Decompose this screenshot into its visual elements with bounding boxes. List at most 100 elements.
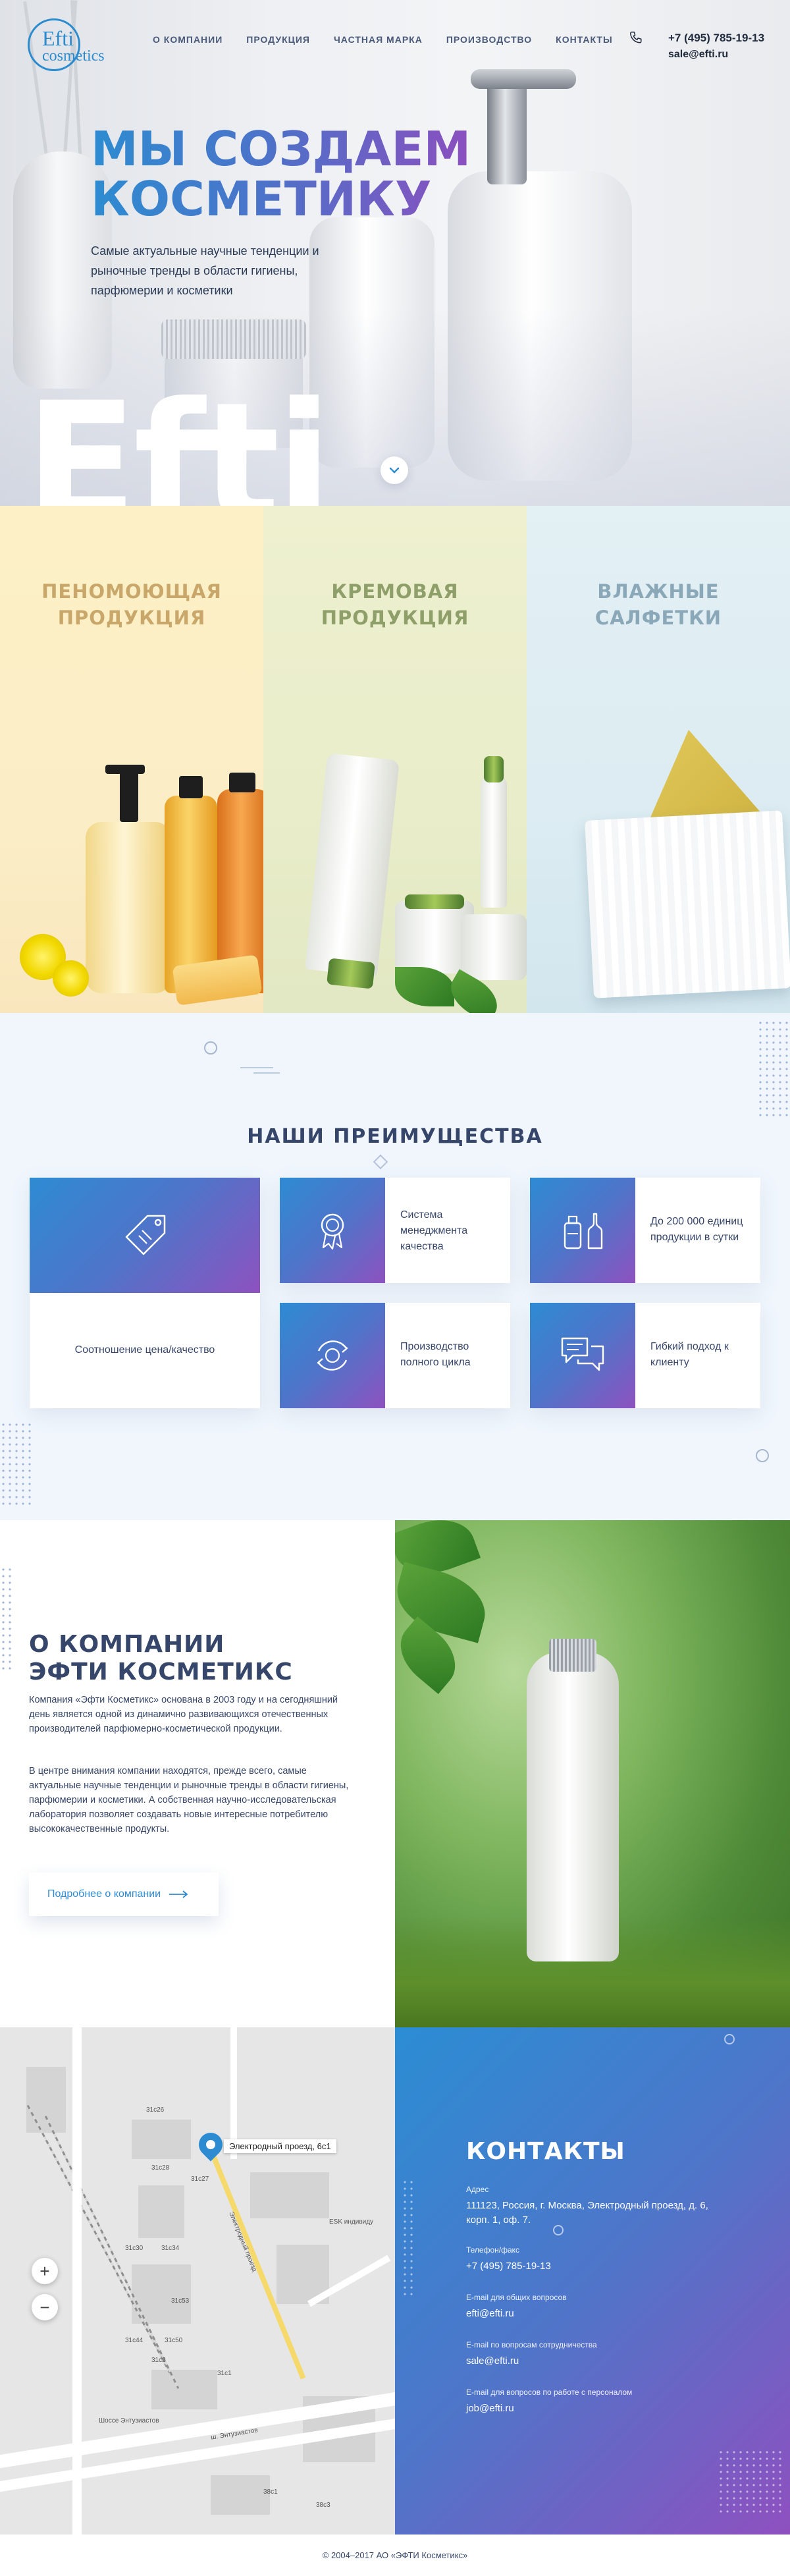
advantage-card: До 200 000 единиц продукции в сутки — [530, 1178, 760, 1283]
contact-phone: Телефон/факс +7 (495) 785-19-13 — [466, 2245, 551, 2274]
map-label: 31с53 — [171, 2297, 190, 2305]
nav-item-private-label[interactable]: Частная марка — [334, 34, 423, 45]
footer-copyright: © 2004–2017 АО «ЭФТИ Косметикс» — [322, 2550, 468, 2560]
map-building — [132, 2264, 191, 2324]
scroll-down-button[interactable] — [381, 456, 408, 484]
chat-bubbles-icon — [561, 1337, 604, 1371]
logo-line2: cosmetics — [42, 47, 105, 65]
category-title-line2: продукция — [321, 607, 469, 629]
contact-label: E-mail для общих вопросов — [466, 2293, 567, 2302]
decor-dots — [718, 2449, 783, 2515]
advantage-icon-box — [530, 1303, 635, 1408]
map-building — [250, 2172, 329, 2218]
nav-item-contacts[interactable]: Контакты — [556, 34, 612, 45]
advantage-text: Гибкий подход к клиенту — [650, 1341, 729, 1368]
chevron-down-icon — [389, 467, 400, 474]
contact-label: Телефон/факс — [466, 2245, 520, 2255]
contact-label: E-mail для вопросов по работе с персонал… — [466, 2388, 633, 2397]
advantage-card: Гибкий подход к клиенту — [530, 1303, 760, 1408]
map-label: Шоссе Энтузиастов — [99, 2417, 159, 2425]
category-cream[interactable]: Кремовая продукция — [263, 506, 527, 1013]
map-label: 31с30 — [125, 2245, 144, 2252]
map-label: 31с34 — [161, 2245, 180, 2252]
product-pump-head-image — [105, 765, 145, 774]
product-wipes-pack-image — [585, 810, 790, 999]
category-title: Кремовая продукция — [263, 578, 527, 631]
zoom-in-button[interactable]: + — [32, 2258, 58, 2284]
category-title: Пеномоющая продукция — [0, 578, 263, 631]
about-more-label: Подробнее о компании — [47, 1888, 161, 1900]
contact-value[interactable]: +7 (495) 785-19-13 — [466, 2259, 551, 2274]
hero-lead: Самые актуальные научные тенденции и рын… — [91, 244, 319, 297]
map-label: 31с44 — [125, 2337, 144, 2344]
advantage-card: Производство полного цикла — [280, 1303, 510, 1408]
advantages-section: Наши преимущества Соотношение цена/качес… — [0, 1013, 790, 1520]
location-map[interactable]: Шоссе Энтузиастов ш. Энтузиастов Электро… — [0, 2027, 395, 2535]
about-title: О компании Эфти Косметикс — [29, 1631, 293, 1686]
categories-section: Пеномоющая продукция Кремовая продукция … — [0, 506, 790, 1013]
about-more-button[interactable]: Подробнее о компании — [29, 1873, 219, 1916]
map-label: ESK индивиду — [329, 2218, 374, 2226]
advantage-text: Соотношение цена/качество — [74, 1344, 215, 1356]
arrow-right-icon — [169, 1890, 188, 1898]
flower-image — [53, 960, 89, 997]
nav-item-about[interactable]: О компании — [153, 34, 223, 45]
contact-email-general: E-mail для общих вопросов efti@efti.ru — [466, 2292, 567, 2321]
main-nav: О компании Продукция Частная марка Произ… — [153, 34, 613, 45]
contact-address: Адрес 111123, Россия, г. Москва, Электро… — [466, 2184, 716, 2228]
site-header: Efti cosmetics О компании Продукция Част… — [0, 0, 790, 92]
decor-diamond — [373, 1154, 388, 1170]
nav-item-production[interactable]: Производство — [446, 34, 532, 45]
product-jar-image — [461, 914, 527, 980]
phone-icon — [630, 32, 642, 43]
product-tube-cap-image — [327, 958, 375, 989]
map-building — [132, 2120, 191, 2159]
category-title-line1: Пеномоющая — [41, 580, 222, 603]
price-tag-icon — [125, 1215, 166, 1255]
cycle-icon — [317, 1340, 348, 1371]
map-label: 31с50 — [165, 2337, 183, 2344]
contact-value[interactable]: sale@efti.ru — [466, 2354, 597, 2369]
product-clear-bottle-image — [86, 822, 171, 993]
category-title-line2: салфетки — [594, 607, 722, 629]
map-contacts-section: Шоссе Энтузиастов ш. Энтузиастов Электро… — [0, 2027, 790, 2535]
about-section: О компании Эфти Косметикс Компания «Эфти… — [0, 1520, 790, 2027]
hero-big-word: Efti — [25, 367, 332, 507]
map-building — [151, 2370, 217, 2409]
logo[interactable]: Efti cosmetics — [28, 18, 113, 71]
map-label: 31с28 — [151, 2164, 170, 2172]
medal-icon — [321, 1213, 344, 1250]
product-jar-lid-image — [405, 894, 464, 909]
decor-dash — [240, 1067, 273, 1068]
product-small-bottle-image — [481, 776, 507, 908]
map-pin-label: Электродный проезд, 6с1 — [224, 2139, 336, 2153]
hero-title-line2: косметику — [91, 171, 432, 227]
contact-email-jobs: E-mail для вопросов по работе с персонал… — [466, 2387, 632, 2416]
advantage-card: Система менеджмента качества — [280, 1178, 510, 1283]
advantage-icon-box — [30, 1178, 260, 1293]
contacts-panel: Контакты Адрес 111123, Россия, г. Москва… — [395, 2027, 790, 2535]
contact-value[interactable]: efti@efti.ru — [466, 2307, 567, 2321]
contact-email-sales: E-mail по вопросам сотрудничества sale@e… — [466, 2340, 597, 2369]
product-cap-image — [229, 773, 255, 792]
header-email[interactable]: sale@efti.ru — [668, 49, 728, 61]
decor-dots — [757, 1020, 790, 1118]
header-phone[interactable]: +7 (495) 785-19-13 — [668, 32, 764, 45]
category-wipes[interactable]: Влажные салфетки — [527, 506, 790, 1013]
contact-value: 111123, Россия, г. Москва, Электродный п… — [466, 2200, 708, 2226]
decor-dots — [0, 1421, 33, 1507]
product-cap-image — [179, 776, 203, 798]
product-small-cap-image — [484, 756, 504, 782]
site-footer: © 2004–2017 АО «ЭФТИ Косметикс» — [0, 2535, 790, 2576]
contact-value[interactable]: job@efti.ru — [466, 2401, 632, 2416]
map-pin-icon[interactable] — [194, 2127, 228, 2162]
nav-item-products[interactable]: Продукция — [246, 34, 310, 45]
map-label: 38с1 — [263, 2488, 278, 2496]
decor-dots — [402, 2179, 415, 2297]
map-label: 31с27 — [191, 2176, 209, 2183]
category-foaming[interactable]: Пеномоющая продукция — [0, 506, 263, 1013]
product-tube-image — [305, 753, 400, 977]
zoom-out-button[interactable]: − — [32, 2294, 58, 2320]
advantage-card: Соотношение цена/качество — [30, 1178, 260, 1408]
about-bottle-cap-image — [549, 1639, 596, 1672]
